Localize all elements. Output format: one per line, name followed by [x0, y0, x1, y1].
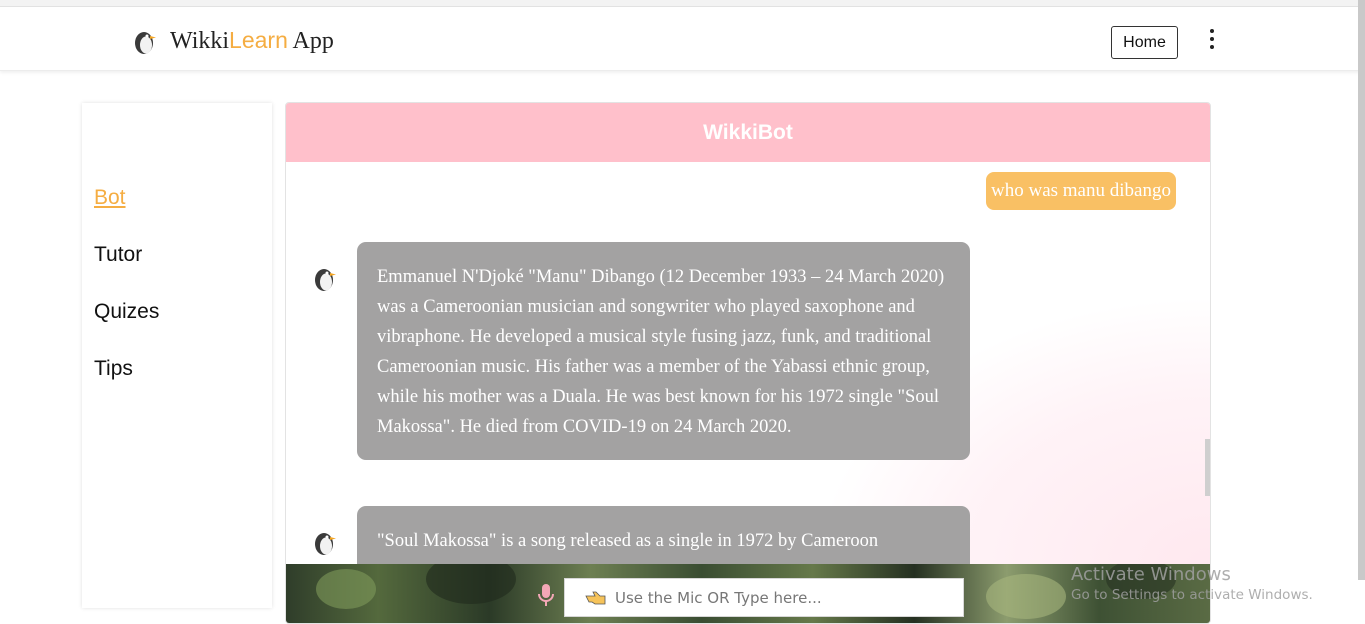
message-input-field[interactable]: [564, 578, 964, 617]
chat-messages[interactable]: who was manu dibango Emmanuel N'Djoké "M…: [286, 162, 1210, 564]
mic-icon[interactable]: [536, 582, 556, 608]
brand-prefix: Wikki: [170, 28, 230, 54]
brand-name: WikkiLearn App: [170, 27, 334, 55]
chat-scrollbar[interactable]: [1205, 439, 1210, 496]
message-input[interactable]: [613, 587, 947, 608]
page-scrollbar[interactable]: [1358, 0, 1365, 580]
sidebar-item-bot[interactable]: Bot: [94, 186, 126, 210]
sidebar-item-tutor[interactable]: Tutor: [94, 243, 142, 267]
watermark-title: Activate Windows: [1071, 564, 1231, 585]
penguin-icon: [315, 269, 336, 291]
window-top-border: [0, 0, 1365, 7]
chat-title: WikkiBot: [286, 103, 1210, 162]
chat-panel: WikkiBot who was manu dibango Emmanuel N…: [285, 102, 1211, 624]
brand-accent: Learn: [229, 27, 288, 53]
brand[interactable]: WikkiLearn App: [133, 27, 334, 55]
user-message: who was manu dibango: [986, 172, 1176, 210]
bot-message: Emmanuel N'Djoké "Manu" Dibango (12 Dece…: [357, 242, 970, 460]
penguin-icon: [135, 32, 156, 54]
pointing-hand-icon: [585, 591, 606, 604]
sidebar-item-quizes[interactable]: Quizes: [94, 300, 159, 324]
sidebar: Bot Tutor Quizes Tips: [82, 103, 272, 608]
sidebar-item-tips[interactable]: Tips: [94, 357, 133, 381]
brand-suffix: App: [287, 28, 334, 54]
activate-windows-watermark: Activate Windows Go to Settings to activ…: [1071, 564, 1313, 603]
kebab-menu-icon[interactable]: [1206, 29, 1218, 53]
navbar: WikkiLearn App Home: [0, 7, 1365, 71]
bot-message: "Soul Makossa" is a song released as a s…: [357, 506, 970, 564]
watermark-subtitle: Go to Settings to activate Windows.: [1071, 587, 1313, 603]
penguin-icon: [315, 533, 336, 555]
home-button[interactable]: Home: [1111, 26, 1178, 59]
